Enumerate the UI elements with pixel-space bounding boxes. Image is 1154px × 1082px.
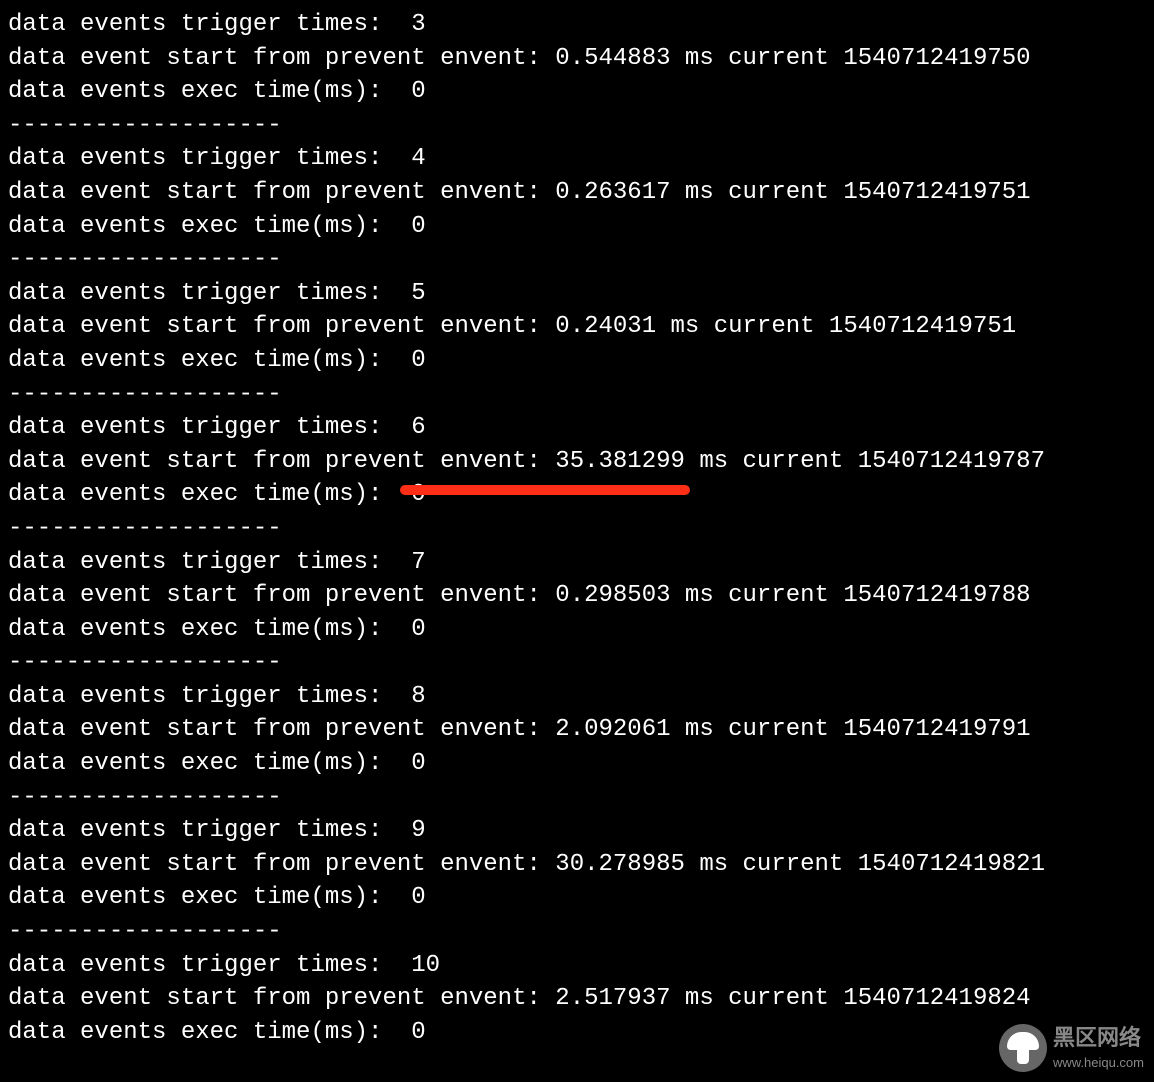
log-exec-line: data events exec time(ms): 0 <box>8 613 1146 647</box>
log-exec-line: data events exec time(ms): 0 <box>8 210 1146 244</box>
log-exec-line: data events exec time(ms): 0 <box>8 478 1146 512</box>
log-trigger-line: data events trigger times: 5 <box>8 277 1146 311</box>
log-start-line: data event start from prevent envent: 0.… <box>8 310 1146 344</box>
log-trigger-line: data events trigger times: 6 <box>8 411 1146 445</box>
log-trigger-line: data events trigger times: 7 <box>8 546 1146 580</box>
mushroom-icon <box>999 1024 1047 1072</box>
log-separator: ------------------- <box>8 512 1146 546</box>
log-exec-line: data events exec time(ms): 0 <box>8 1016 1146 1050</box>
log-trigger-line: data events trigger times: 8 <box>8 680 1146 714</box>
log-start-line: data event start from prevent envent: 0.… <box>8 176 1146 210</box>
log-separator: ------------------- <box>8 109 1146 143</box>
log-trigger-line: data events trigger times: 9 <box>8 814 1146 848</box>
log-exec-line: data events exec time(ms): 0 <box>8 344 1146 378</box>
log-trigger-line: data events trigger times: 4 <box>8 142 1146 176</box>
log-start-line: data event start from prevent envent: 0.… <box>8 42 1146 76</box>
log-trigger-line: data events trigger times: 10 <box>8 949 1146 983</box>
log-start-line: data event start from prevent envent: 2.… <box>8 982 1146 1016</box>
log-exec-line: data events exec time(ms): 0 <box>8 881 1146 915</box>
log-separator: ------------------- <box>8 243 1146 277</box>
log-exec-line: data events exec time(ms): 0 <box>8 75 1146 109</box>
log-separator: ------------------- <box>8 378 1146 412</box>
highlight-underline <box>400 485 690 495</box>
terminal-output: data events trigger times: 3data event s… <box>8 8 1146 1049</box>
log-separator: ------------------- <box>8 915 1146 949</box>
log-separator: ------------------- <box>8 646 1146 680</box>
log-trigger-line: data events trigger times: 3 <box>8 8 1146 42</box>
log-start-line: data event start from prevent envent: 35… <box>8 445 1146 479</box>
log-start-line: data event start from prevent envent: 2.… <box>8 713 1146 747</box>
log-start-line: data event start from prevent envent: 0.… <box>8 579 1146 613</box>
watermark-url: www.heiqu.com <box>1053 1054 1144 1072</box>
watermark: 黑区网络 www.heiqu.com <box>999 1023 1144 1072</box>
log-separator: ------------------- <box>8 781 1146 815</box>
log-exec-line: data events exec time(ms): 0 <box>8 747 1146 781</box>
log-start-line: data event start from prevent envent: 30… <box>8 848 1146 882</box>
watermark-title: 黑区网络 <box>1053 1023 1144 1054</box>
